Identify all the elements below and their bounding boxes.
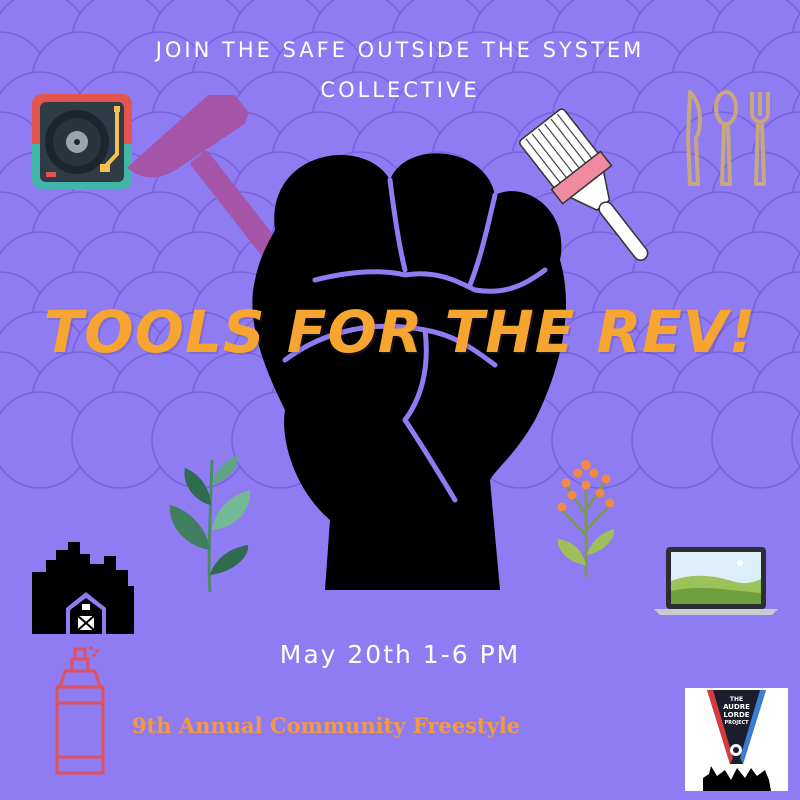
event-date: May 20th 1-6 PM [279,640,521,669]
laptop-icon [654,547,778,615]
city-barn-icon [32,542,134,634]
event-subtitle: 9th Annual Community Freestyle [132,713,521,738]
flower-plant-icon [557,460,615,577]
logo-text-project: PROJECT [724,720,749,726]
spray-can-icon [55,646,105,775]
logo-text-lorde: LORDE [723,711,750,719]
headline-title: TOOLS FOR THE REV! [43,298,757,366]
audre-lorde-project-logo: THE AUDRE LORDE PROJECT [685,688,788,791]
event-poster: JOIN THE SAFE OUTSIDE THE SYSTEM COLLECT… [0,0,800,800]
logo-text-audre: AUDRE [723,703,750,711]
header-line-1: JOIN THE SAFE OUTSIDE THE SYSTEM [155,38,645,62]
utensils-icon [686,90,770,186]
logo-text-the: THE [729,696,744,703]
leaf-plant-icon [169,455,251,593]
